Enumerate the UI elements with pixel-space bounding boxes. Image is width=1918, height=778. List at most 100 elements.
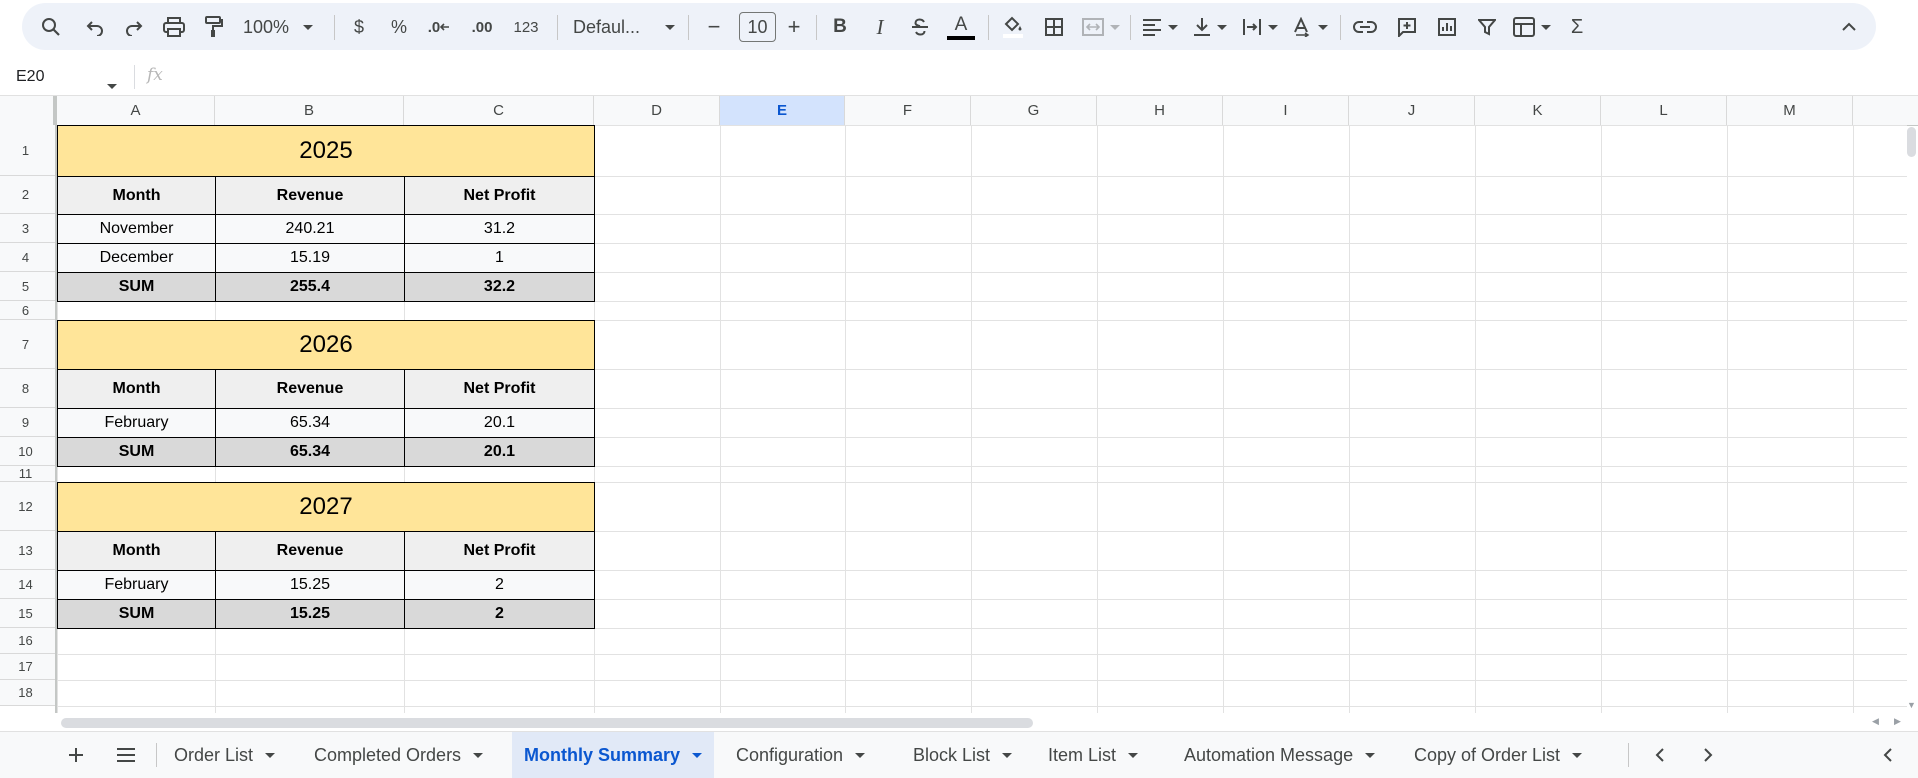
sheet-tab[interactable]: Copy of Order List [1402, 732, 1594, 778]
collapse-toolbar-icon[interactable] [1832, 10, 1866, 44]
column-header-f[interactable]: F [845, 96, 971, 125]
scroll-tabs-right-icon[interactable] [1692, 732, 1724, 778]
data-cell[interactable]: 20.1 [404, 408, 595, 438]
column-header-a[interactable]: A [57, 96, 215, 125]
sheet-tab[interactable]: Order List [162, 732, 287, 778]
column-title-cell[interactable]: Month [57, 369, 216, 409]
row-header-2[interactable]: 2 [0, 176, 57, 214]
vertical-align-icon[interactable] [1188, 10, 1232, 44]
sheet-tab-menu-icon[interactable] [692, 752, 703, 758]
year-title-cell[interactable]: 2027 [57, 482, 595, 532]
data-cell[interactable]: December [57, 243, 216, 273]
sheet-tab[interactable]: Monthly Summary [512, 732, 715, 778]
sheet-tab[interactable]: Configuration [724, 732, 877, 778]
sheet-tab[interactable]: Completed Orders [302, 732, 495, 778]
sheet-tab-menu-icon[interactable] [1128, 752, 1139, 758]
strikethrough-icon[interactable] [904, 10, 936, 44]
name-box[interactable]: E20 [16, 68, 44, 86]
paint-format-icon[interactable] [198, 10, 230, 44]
currency-format-button[interactable]: $ [344, 10, 374, 44]
text-color-button[interactable]: A [944, 10, 978, 44]
sum-cell[interactable]: 255.4 [215, 272, 405, 302]
sum-cell[interactable]: 15.25 [215, 599, 405, 629]
horizontal-scroll-thumb[interactable] [61, 718, 1033, 728]
row-header-5[interactable]: 5 [0, 272, 57, 301]
year-title-cell[interactable]: 2025 [57, 125, 595, 177]
scroll-left-arrow-icon[interactable]: ◀ [1872, 716, 1879, 727]
column-header-m[interactable]: M [1727, 96, 1853, 125]
decrease-decimal-button[interactable]: .0 [422, 10, 456, 44]
column-header-k[interactable]: K [1475, 96, 1601, 125]
data-cell[interactable]: February [57, 570, 216, 600]
column-header-i[interactable]: I [1223, 96, 1349, 125]
sheet-tab-menu-icon[interactable] [265, 752, 276, 758]
increase-decimal-button[interactable]: .00 [462, 10, 502, 44]
row-header-18[interactable]: 18 [0, 680, 57, 706]
sum-cell[interactable]: 20.1 [404, 437, 595, 467]
data-cell[interactable]: 2 [404, 570, 595, 600]
scroll-tabs-left-icon[interactable] [1644, 732, 1676, 778]
sheet-tab-menu-icon[interactable] [1365, 752, 1376, 758]
row-header-15[interactable]: 15 [0, 599, 57, 628]
sheet-tab[interactable]: Item List [1036, 732, 1150, 778]
column-header-b[interactable]: B [215, 96, 404, 125]
italic-button[interactable]: I [864, 10, 896, 44]
vertical-scroll-thumb[interactable] [1907, 127, 1916, 157]
column-title-cell[interactable]: Net Profit [404, 531, 595, 571]
redo-icon[interactable] [119, 10, 149, 44]
data-cell[interactable]: 15.19 [215, 243, 405, 273]
sum-cell[interactable]: 32.2 [404, 272, 595, 302]
data-cell[interactable]: November [57, 214, 216, 244]
row-header-11[interactable]: 11 [0, 466, 57, 482]
functions-button[interactable]: Σ [1560, 10, 1594, 44]
data-cell[interactable]: 240.21 [215, 214, 405, 244]
insert-chart-icon[interactable] [1430, 10, 1464, 44]
row-header-6[interactable]: 6 [0, 301, 57, 320]
row-header-14[interactable]: 14 [0, 570, 57, 599]
scroll-down-arrow-icon[interactable]: ▼ [1907, 700, 1916, 710]
horizontal-align-icon[interactable] [1138, 10, 1182, 44]
sheet-tab-menu-icon[interactable] [855, 752, 866, 758]
column-header-h[interactable]: H [1097, 96, 1223, 125]
more-formats-button[interactable]: 123 [506, 10, 546, 44]
year-title-cell[interactable]: 2026 [57, 320, 595, 370]
row-header-9[interactable]: 9 [0, 408, 57, 437]
font-caret-icon[interactable] [662, 10, 678, 44]
add-sheet-icon[interactable] [60, 732, 92, 778]
name-box-caret-icon[interactable] [107, 76, 117, 94]
sum-cell[interactable]: SUM [57, 437, 216, 467]
column-header-l[interactable]: L [1601, 96, 1727, 125]
data-cell[interactable]: 15.25 [215, 570, 405, 600]
borders-icon[interactable] [1038, 10, 1070, 44]
column-header-e[interactable]: E [720, 96, 845, 125]
sheet-tab-menu-icon[interactable] [1572, 752, 1583, 758]
data-cell[interactable]: 1 [404, 243, 595, 273]
row-header-10[interactable]: 10 [0, 437, 57, 466]
row-header-7[interactable]: 7 [0, 320, 57, 369]
column-header-d[interactable]: D [594, 96, 720, 125]
scroll-right-arrow-icon[interactable]: ▶ [1894, 716, 1901, 727]
row-header-13[interactable]: 13 [0, 531, 57, 570]
sum-cell[interactable]: SUM [57, 599, 216, 629]
table-view-icon[interactable] [1510, 10, 1554, 44]
all-sheets-icon[interactable] [110, 732, 142, 778]
print-icon[interactable] [158, 10, 190, 44]
row-header-16[interactable]: 16 [0, 628, 57, 654]
sheet-tab[interactable]: Automation Message [1172, 732, 1387, 778]
column-header-c[interactable]: C [404, 96, 594, 125]
column-header-g[interactable]: G [971, 96, 1097, 125]
column-title-cell[interactable]: Month [57, 531, 216, 571]
insert-link-icon[interactable] [1348, 10, 1382, 44]
row-header-4[interactable]: 4 [0, 243, 57, 272]
text-wrapping-icon[interactable] [1238, 10, 1282, 44]
sum-cell[interactable]: 65.34 [215, 437, 405, 467]
row-header-3[interactable]: 3 [0, 214, 57, 243]
row-header-17[interactable]: 17 [0, 654, 57, 680]
data-cell[interactable]: 65.34 [215, 408, 405, 438]
bold-button[interactable]: B [824, 10, 856, 44]
undo-icon[interactable] [80, 10, 110, 44]
search-menus-icon[interactable] [36, 10, 66, 44]
side-panel-toggle-icon[interactable] [1872, 732, 1904, 778]
zoom-select[interactable]: 100% [240, 10, 292, 44]
column-title-cell[interactable]: Revenue [215, 176, 405, 215]
